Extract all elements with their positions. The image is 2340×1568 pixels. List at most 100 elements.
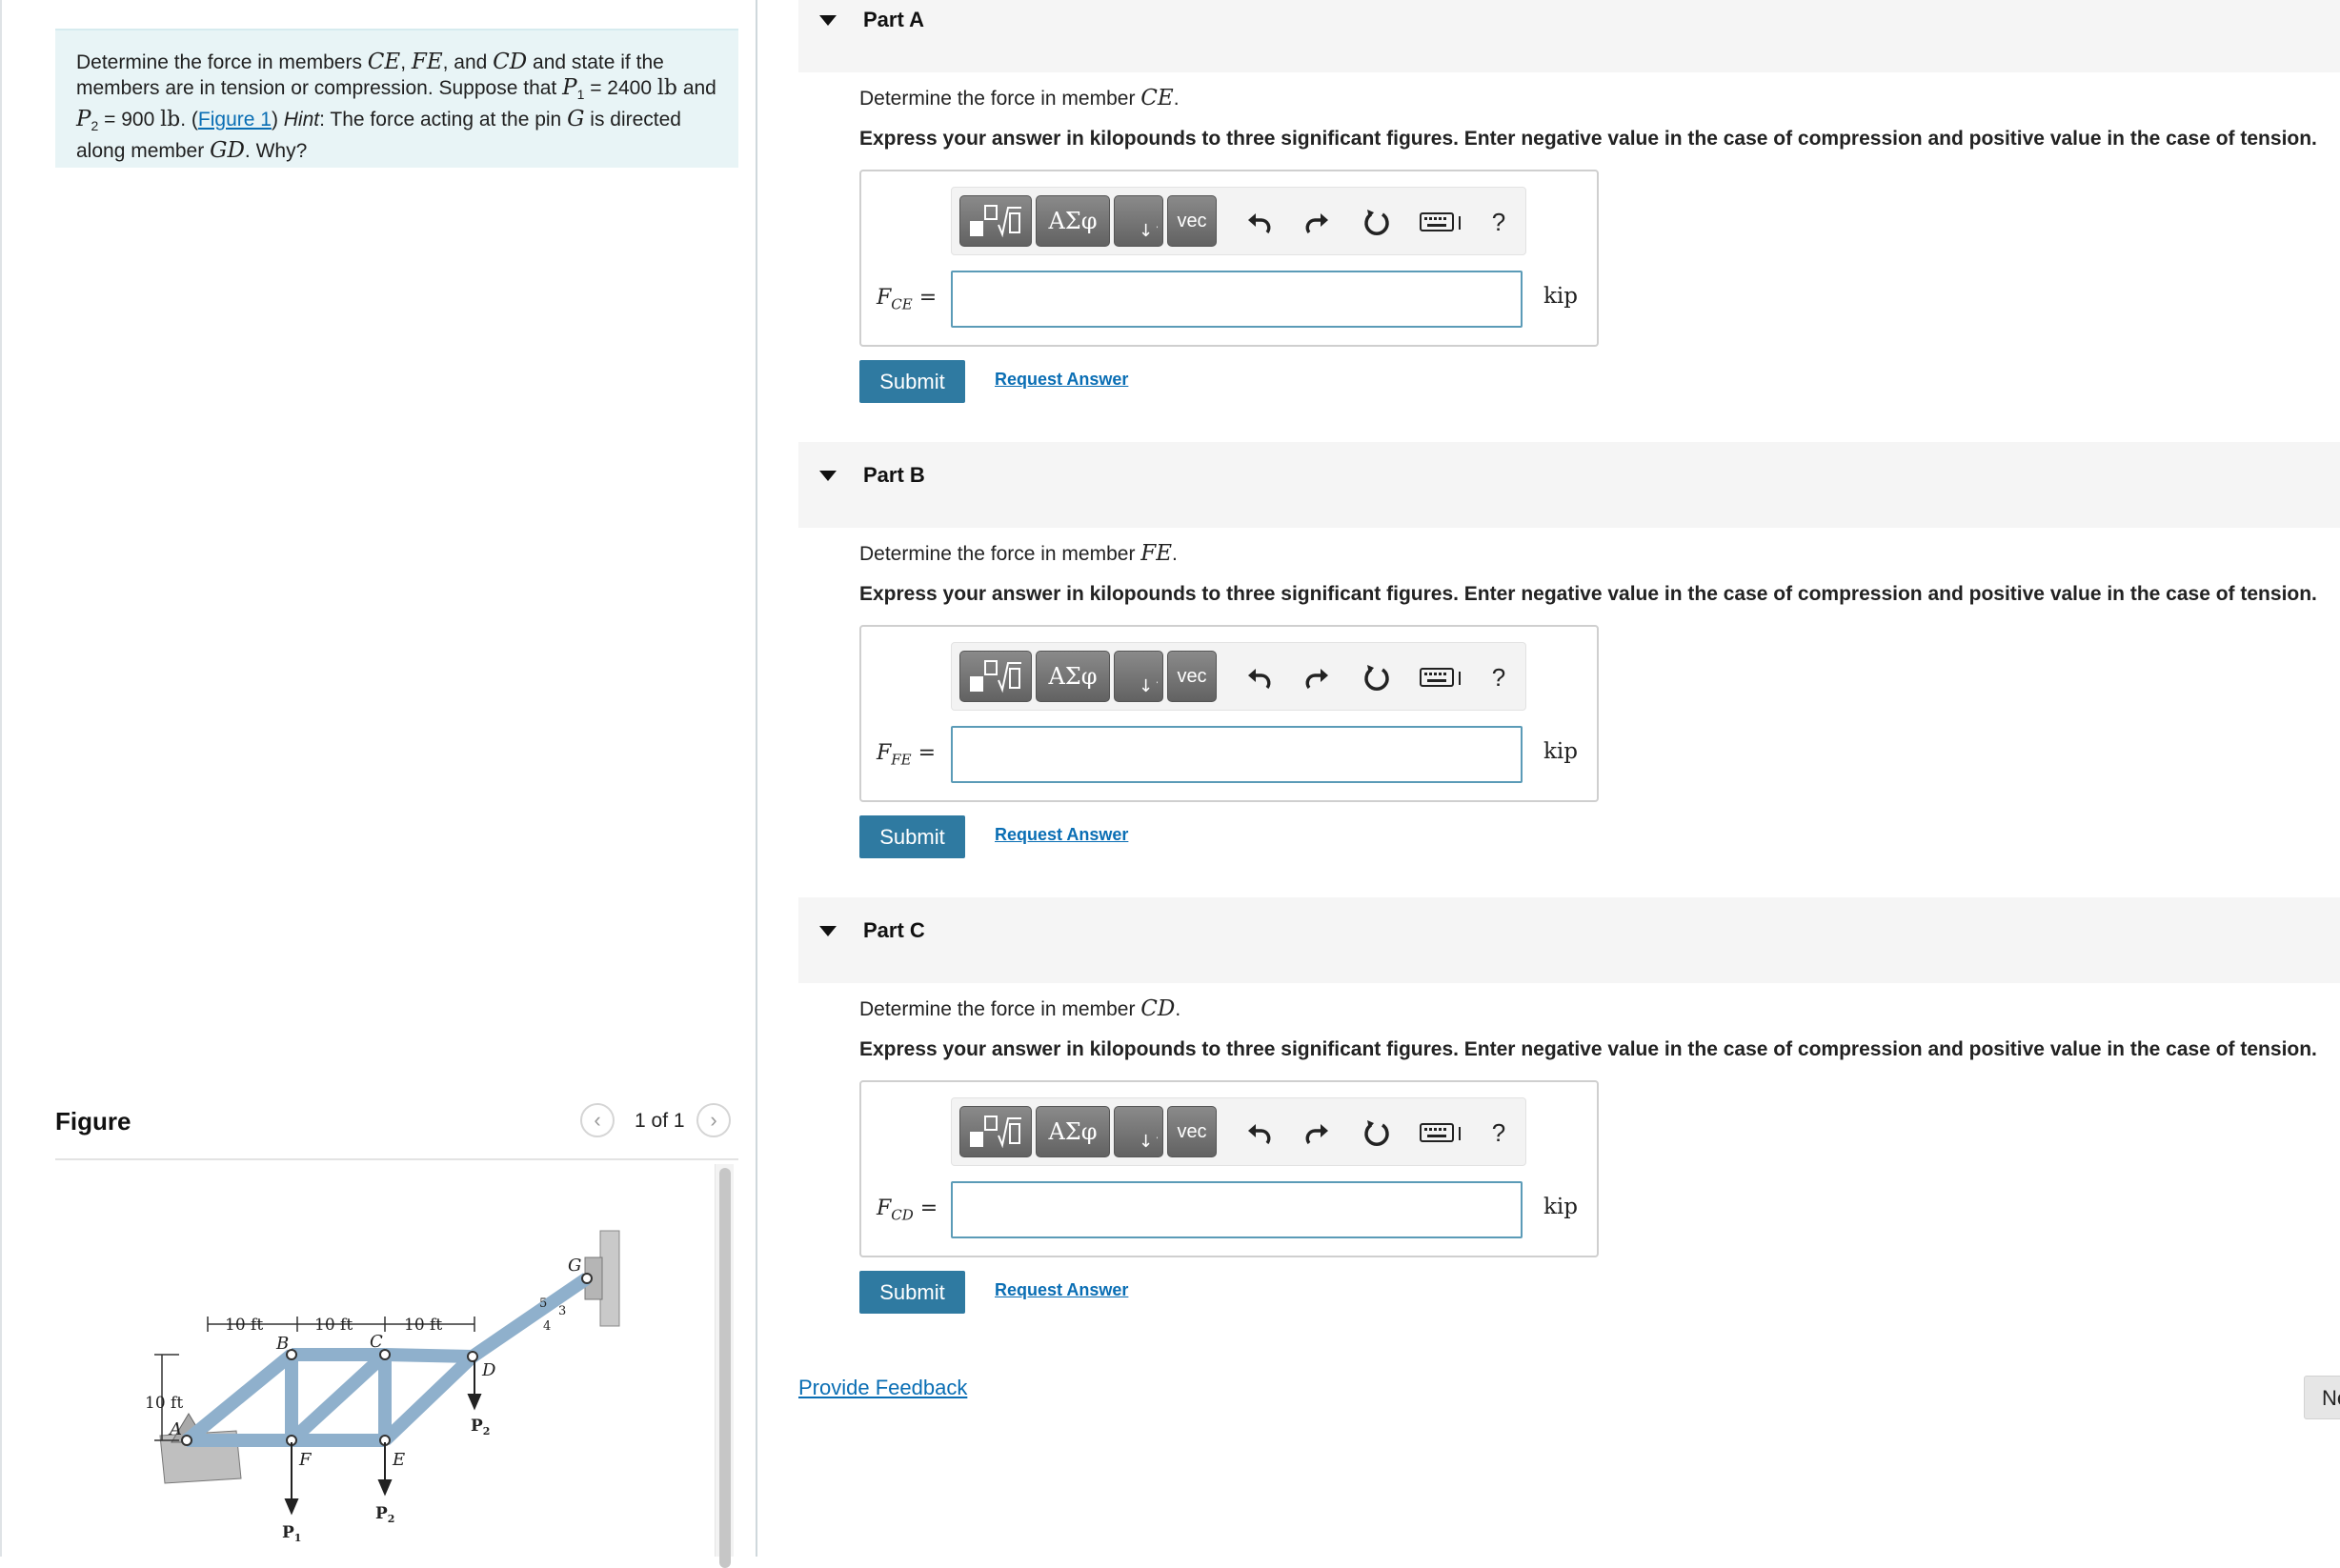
redo-button[interactable] bbox=[1297, 201, 1339, 243]
redo-icon bbox=[1305, 213, 1328, 234]
member-fe: FE bbox=[411, 50, 443, 74]
p2-symbol: P bbox=[76, 107, 91, 132]
figure-image: 10 ft 10 ft 10 ft 10 ft A B C D E F G 5 … bbox=[55, 1164, 713, 1557]
figure-prev-button[interactable]: ‹ bbox=[580, 1103, 615, 1137]
undo-button[interactable] bbox=[1238, 201, 1280, 243]
equals-sign: = bbox=[913, 1196, 938, 1220]
vector-button[interactable]: vec bbox=[1167, 651, 1217, 702]
keyboard-button[interactable] bbox=[1415, 201, 1468, 243]
svg-text:↓↑: ↓↑ bbox=[1139, 676, 1158, 695]
slope-run: 4 bbox=[543, 1319, 551, 1334]
request-answer-link[interactable]: Request Answer bbox=[995, 825, 1128, 845]
redo-icon bbox=[1305, 1124, 1328, 1145]
problem-text: : The force acting at the pin bbox=[319, 109, 568, 131]
problem-text: ) bbox=[271, 109, 284, 131]
redo-button[interactable] bbox=[1297, 656, 1339, 698]
figure-next-button[interactable]: › bbox=[696, 1103, 731, 1137]
p2-unit: lb bbox=[160, 108, 181, 132]
figure-scrollbar[interactable] bbox=[715, 1164, 734, 1568]
submit-button[interactable]: Submit bbox=[859, 1271, 965, 1314]
undo-icon bbox=[1248, 1124, 1271, 1145]
templates-button[interactable] bbox=[959, 195, 1032, 247]
keyboard-button[interactable] bbox=[1415, 1112, 1468, 1154]
load-p1: P1 bbox=[282, 1523, 301, 1544]
chevron-right-icon: › bbox=[710, 1108, 717, 1132]
answer-unit: kip bbox=[1543, 1195, 1579, 1219]
collapse-caret-icon[interactable] bbox=[819, 471, 837, 481]
answer-input[interactable] bbox=[951, 1181, 1523, 1238]
subscript-superscript-icon: ↓↑ bbox=[1139, 1132, 1158, 1151]
vector-icon: vec bbox=[1177, 1120, 1207, 1142]
part-title[interactable]: Part A bbox=[863, 8, 924, 32]
help-button[interactable]: ? bbox=[1478, 1112, 1520, 1154]
undo-button[interactable] bbox=[1238, 1112, 1280, 1154]
label-d: D bbox=[481, 1360, 496, 1380]
p1-unit: lb bbox=[656, 76, 677, 100]
subscript-superscript-button[interactable]: ↓↑ bbox=[1114, 651, 1163, 702]
keyboard-icon bbox=[1420, 212, 1461, 231]
answer-unit: kip bbox=[1543, 284, 1579, 309]
reset-button[interactable] bbox=[1356, 1112, 1398, 1154]
help-button[interactable]: ? bbox=[1478, 656, 1520, 698]
figure-header: Figure ‹ 1 of 1 › bbox=[55, 1103, 738, 1160]
submit-button[interactable]: Submit bbox=[859, 815, 965, 858]
request-answer-link[interactable]: Request Answer bbox=[995, 370, 1128, 390]
collapse-caret-icon[interactable] bbox=[819, 926, 837, 936]
undo-button[interactable] bbox=[1238, 656, 1280, 698]
subscript-superscript-button[interactable]: ↓↑ bbox=[1114, 1106, 1163, 1157]
help-button[interactable]: ? bbox=[1478, 201, 1520, 243]
vector-button[interactable]: vec bbox=[1167, 1106, 1217, 1157]
part-header: Part A bbox=[798, 0, 2340, 72]
reset-icon bbox=[1364, 665, 1389, 691]
next-button[interactable]: Ne bbox=[2304, 1376, 2340, 1419]
equals-sign: = bbox=[912, 286, 938, 310]
prompt-text: Determine the force in member bbox=[859, 88, 1141, 110]
templates-button[interactable] bbox=[959, 651, 1032, 702]
wall-support bbox=[599, 1230, 620, 1327]
greek-symbols-button[interactable]: ΑΣφ bbox=[1036, 1106, 1110, 1157]
problem-text: . Why? bbox=[244, 140, 308, 163]
part-prompt: Determine the force in member CD. bbox=[859, 996, 1180, 1021]
help-icon: ? bbox=[1491, 207, 1506, 236]
help-icon: ? bbox=[1491, 1117, 1506, 1147]
collapse-caret-icon[interactable] bbox=[819, 15, 837, 26]
vector-button[interactable]: vec bbox=[1167, 195, 1217, 247]
templates-button[interactable] bbox=[959, 1106, 1032, 1157]
part-title[interactable]: Part B bbox=[863, 463, 925, 488]
greek-symbols-icon: ΑΣφ bbox=[1048, 1118, 1098, 1145]
load-p2-top: P2 bbox=[471, 1417, 490, 1437]
label-f: F bbox=[298, 1450, 313, 1470]
greek-symbols-button[interactable]: ΑΣφ bbox=[1036, 651, 1110, 702]
answer-box: ΑΣφ ↓↑ vec bbox=[859, 170, 1599, 347]
answer-input[interactable] bbox=[951, 726, 1523, 783]
figure-scrollbar-thumb[interactable] bbox=[719, 1168, 731, 1568]
subscript-superscript-icon: ↓↑ bbox=[1139, 676, 1158, 695]
reset-button[interactable] bbox=[1356, 201, 1398, 243]
p1-symbol: P bbox=[562, 75, 577, 100]
dim-label-1: 10 ft bbox=[225, 1316, 263, 1335]
answer-input[interactable] bbox=[951, 271, 1523, 328]
figure-link[interactable]: Figure 1 bbox=[198, 109, 272, 131]
math-toolbar: ΑΣφ ↓↑ vec bbox=[951, 1097, 1526, 1166]
request-answer-link[interactable]: Request Answer bbox=[995, 1280, 1128, 1300]
slope-hyp: 5 bbox=[539, 1297, 547, 1311]
redo-button[interactable] bbox=[1297, 1112, 1339, 1154]
problem-text: . ( bbox=[180, 109, 198, 131]
subscript-superscript-button[interactable]: ↓↑ bbox=[1114, 195, 1163, 247]
templates-icon bbox=[970, 660, 1021, 694]
dim-label-2: 10 ft bbox=[314, 1316, 353, 1335]
reset-button[interactable] bbox=[1356, 656, 1398, 698]
keyboard-button[interactable] bbox=[1415, 656, 1468, 698]
part-prompt: Determine the force in member FE. bbox=[859, 541, 1178, 566]
provide-feedback-link[interactable]: Provide Feedback bbox=[798, 1376, 967, 1400]
submit-button[interactable]: Submit bbox=[859, 360, 965, 403]
load-p2-bottom: P2 bbox=[375, 1504, 394, 1525]
problem-statement: Determine the force in members CE, FE, a… bbox=[55, 29, 738, 168]
slope-rise: 3 bbox=[558, 1304, 566, 1318]
prompt-text: Determine the force in member bbox=[859, 998, 1141, 1020]
prompt-period: . bbox=[1173, 88, 1180, 110]
part-title[interactable]: Part C bbox=[863, 918, 925, 943]
greek-symbols-button[interactable]: ΑΣφ bbox=[1036, 195, 1110, 247]
chevron-left-icon: ‹ bbox=[594, 1108, 601, 1132]
part-prompt: Determine the force in member CE. bbox=[859, 86, 1180, 111]
